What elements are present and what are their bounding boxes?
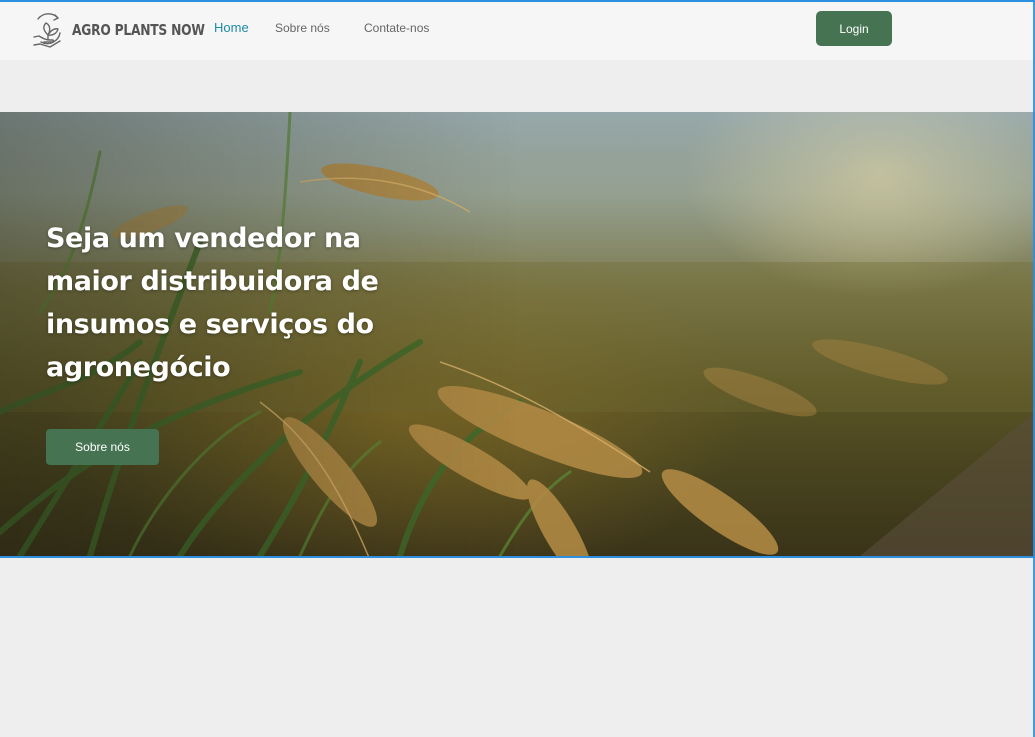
nav-sobre-nos[interactable]: Sobre nós xyxy=(275,21,330,35)
hero-title: Seja um vendedor na maior distribuidora … xyxy=(46,223,379,383)
about-button[interactable]: Sobre nós xyxy=(46,429,159,465)
brand-name: AGRO PLANTS NOW xyxy=(72,21,205,39)
brand-logo[interactable]: AGRO PLANTS NOW xyxy=(32,10,234,50)
plant-in-hand-icon xyxy=(32,11,64,49)
nav-contate-nos[interactable]: Contate-nos xyxy=(364,21,429,35)
login-button[interactable]: Login xyxy=(816,11,892,46)
hero-banner: Seja um vendedor na maior distribuidora … xyxy=(0,112,1035,558)
top-navbar: AGRO PLANTS NOW Home Sobre nós Contate-n… xyxy=(0,0,1035,60)
nav-home[interactable]: Home xyxy=(214,20,249,35)
